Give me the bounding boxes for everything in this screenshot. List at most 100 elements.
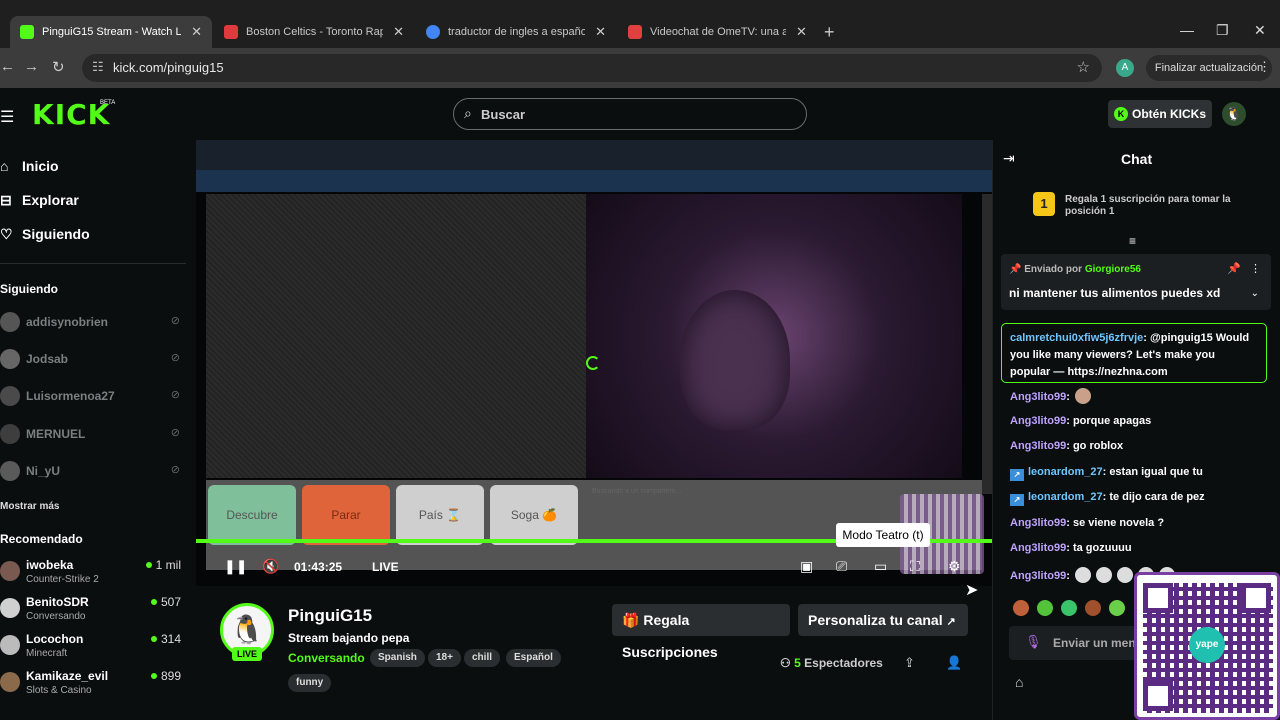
following-channel[interactable]: Ni_yU ⊘ <box>0 460 186 484</box>
close-tab-icon[interactable]: ✕ <box>393 24 404 40</box>
pin-icon[interactable]: 📌 <box>1227 262 1241 275</box>
chevron-down-icon[interactable]: ⌄ <box>1251 288 1259 299</box>
get-kicks-label: Obtén KICKs <box>1132 107 1207 121</box>
chat-username[interactable]: leonardom_27 <box>1028 466 1103 478</box>
share-icon[interactable]: ⇪ <box>904 655 915 671</box>
tag[interactable]: chill <box>464 649 501 667</box>
emote-icon[interactable] <box>1037 600 1053 616</box>
tab-pinguig15[interactable]: PinguiG15 Stream - Watch Live ✕ <box>10 16 212 48</box>
stream-category[interactable]: Conversando <box>288 651 365 665</box>
streamer-face <box>680 290 790 430</box>
chat-message: ↗ leonardom_27: te dijo cara de pez <box>1010 491 1205 506</box>
reload-icon[interactable]: ↻ <box>52 58 65 76</box>
settings-gear-icon[interactable]: ⚙ <box>948 558 961 575</box>
show-more-link[interactable]: Mostrar más <box>0 501 59 512</box>
viewer-count-value: 5 <box>794 656 801 670</box>
channel-name[interactable]: PinguiG15 <box>288 606 372 626</box>
pause-icon[interactable]: ❚❚ <box>224 558 247 575</box>
close-tab-icon[interactable]: ✕ <box>595 24 606 40</box>
stream-tile: País ⌛ <box>396 485 484 545</box>
tab-ometv[interactable]: Videochat de OmeTV: una a ✕ <box>618 16 818 48</box>
gift-subs-button[interactable]: 🎁 Regala Suscripciones <box>612 604 790 660</box>
new-tab-icon[interactable]: + <box>824 22 835 43</box>
video-player[interactable]: Descubre Parar País ⌛ Soga 🍊 Buscando a … <box>196 140 992 586</box>
menu-icon[interactable]: ☰ <box>0 107 14 127</box>
more-options-icon[interactable]: ⋮ <box>1250 262 1261 275</box>
emote-icon[interactable] <box>1085 600 1101 616</box>
chat-username[interactable]: Ang3lito99 <box>1010 391 1066 403</box>
avatar <box>0 635 20 655</box>
following-channel[interactable]: addisynobrien ⊘ <box>0 311 186 335</box>
bookmark-star-icon[interactable]: ☆ <box>1077 58 1090 76</box>
get-kicks-button[interactable]: K Obtén KICKs <box>1108 100 1212 128</box>
emote-icon[interactable] <box>1061 600 1077 616</box>
pinned-message[interactable]: 📌 Enviado por Giorgiore56 📌 ⋮ ni mantene… <box>1001 254 1271 310</box>
tab-title: Videochat de OmeTV: una a <box>650 26 786 38</box>
sidebar-item-siguiendo[interactable]: ♡ Siguiendo <box>0 222 90 246</box>
recommended-channel[interactable]: iwobeka Counter-Strike 2 1 mil <box>0 558 186 592</box>
sidebar-item-explorar[interactable]: ⊟ Explorar <box>0 188 79 212</box>
following-channel[interactable]: Jodsab ⊘ <box>0 348 186 372</box>
recommended-channel[interactable]: Locochon Minecraft 314 <box>0 632 186 666</box>
close-tab-icon[interactable]: ✕ <box>796 24 807 40</box>
customize-channel-button[interactable]: Personaliza tu canal ↗ <box>798 604 968 636</box>
channel-category: Minecraft <box>26 648 68 659</box>
muted-volume-icon[interactable]: 🔇 <box>262 558 279 575</box>
close-window-icon[interactable]: ✕ <box>1254 22 1266 39</box>
chat-username[interactable]: Ang3lito99 <box>1010 440 1066 452</box>
clip-icon[interactable]: ⎚ <box>836 558 847 575</box>
store-icon[interactable]: ⌂ <box>1015 674 1023 690</box>
close-tab-icon[interactable]: ✕ <box>191 24 202 40</box>
search-input[interactable]: ⌕ Buscar <box>453 98 807 130</box>
emote-icon[interactable] <box>1013 600 1029 616</box>
tag[interactable]: funny <box>288 674 332 692</box>
avatar <box>0 672 20 692</box>
emote-icon[interactable] <box>1109 600 1125 616</box>
tag[interactable]: Spanish <box>370 649 425 667</box>
home-icon: ⌂ <box>0 158 9 174</box>
tag[interactable]: Español <box>506 649 561 667</box>
avatar <box>0 561 20 581</box>
chat-username[interactable]: Ang3lito99 <box>1010 570 1066 582</box>
tag[interactable]: 18+ <box>428 649 461 667</box>
channel-name: Locochon <box>26 632 84 646</box>
theater-mode-icon[interactable]: ▭ <box>874 558 887 575</box>
avatar <box>0 461 20 481</box>
browser-menu-icon[interactable]: ⋮ <box>1258 59 1271 75</box>
search-icon: ⌕ <box>464 105 472 121</box>
expand-leaderboard-icon[interactable]: ≡ <box>1129 234 1136 248</box>
update-button[interactable]: Finalizar actualización <box>1146 55 1272 81</box>
minimize-icon[interactable]: — <box>1180 22 1194 38</box>
restore-icon[interactable]: ❐ <box>1216 22 1229 39</box>
recommended-channel[interactable]: Kamikaze_evil Slots & Casino 899 <box>0 669 186 703</box>
picture-in-picture-icon[interactable]: ▣ <box>800 558 813 575</box>
sidebar-item-inicio[interactable]: ⌂ Inicio <box>0 154 59 178</box>
tab-translator[interactable]: traductor de ingles a español - ✕ <box>416 16 616 48</box>
collapse-chat-icon[interactable]: ⇥ <box>1003 150 1015 167</box>
url-bar[interactable]: ☷ kick.com/pinguig15 ☆ <box>82 54 1102 82</box>
fullscreen-icon[interactable]: ⛶ <box>910 558 920 575</box>
search-placeholder: Buscar <box>481 107 526 122</box>
chat-username[interactable]: Ang3lito99 <box>1010 542 1066 554</box>
google-favicon-icon <box>426 25 440 39</box>
chat-username[interactable]: leonardom_27 <box>1028 491 1103 503</box>
forward-icon[interactable]: → <box>24 58 39 75</box>
following-channel[interactable]: MERNUEL ⊘ <box>0 423 186 447</box>
recommended-channel[interactable]: BenitoSDR Conversando 507 <box>0 595 186 629</box>
site-info-icon[interactable]: ☷ <box>92 59 104 75</box>
channel-name: Kamikaze_evil <box>26 669 109 683</box>
following-channel[interactable]: Luisormenoa27 ⊘ <box>0 385 186 409</box>
kick-logo[interactable]: KICK <box>32 98 110 131</box>
user-avatar[interactable]: 🐧 <box>1222 102 1246 126</box>
chat-username[interactable]: calmretchui0xfiw5j6zfrvje <box>1010 332 1143 344</box>
channel-category: Conversando <box>26 611 86 622</box>
tab-celtics[interactable]: Boston Celtics - Toronto Raptors ✕ <box>214 16 414 48</box>
profile-avatar[interactable]: A <box>1116 59 1134 77</box>
microphone-icon[interactable]: 🎙 <box>1025 634 1042 650</box>
follow-user-icon[interactable]: 👤 <box>946 655 962 671</box>
chat-username[interactable]: Ang3lito99 <box>1010 517 1066 529</box>
chat-username[interactable]: Ang3lito99 <box>1010 415 1066 427</box>
chat-title: Chat <box>1121 151 1153 167</box>
pinned-by-user: Giorgiore56 <box>1084 264 1141 275</box>
back-icon[interactable]: ← <box>0 58 15 75</box>
